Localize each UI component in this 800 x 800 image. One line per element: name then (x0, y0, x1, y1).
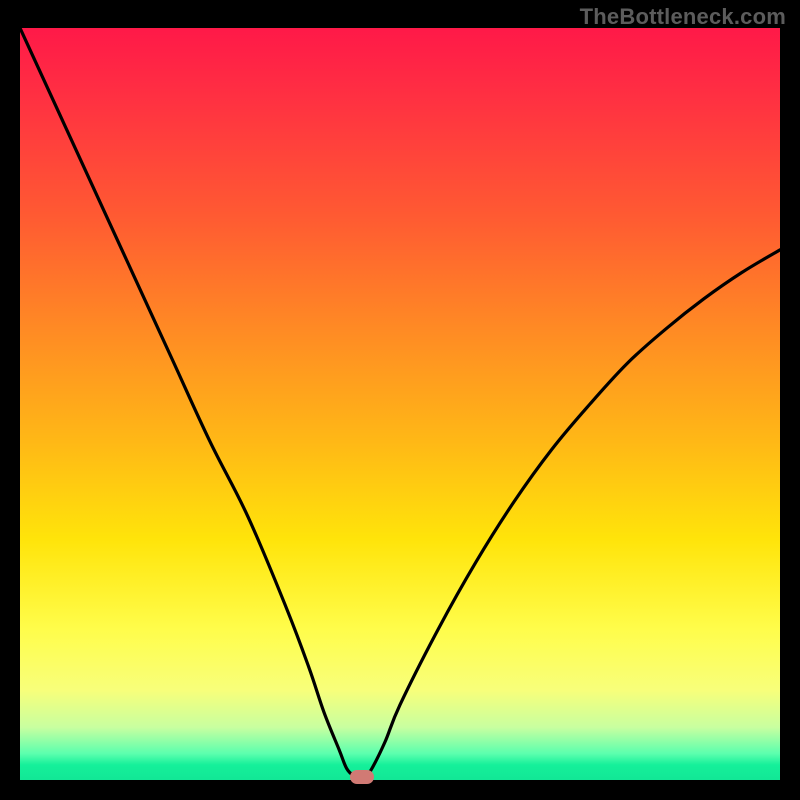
curve-svg (20, 28, 780, 780)
bottleneck-curve-path (20, 28, 780, 780)
watermark-text: TheBottleneck.com (580, 4, 786, 30)
optimal-point-marker (350, 770, 374, 784)
plot-area (20, 28, 780, 780)
chart-frame: TheBottleneck.com (0, 0, 800, 800)
